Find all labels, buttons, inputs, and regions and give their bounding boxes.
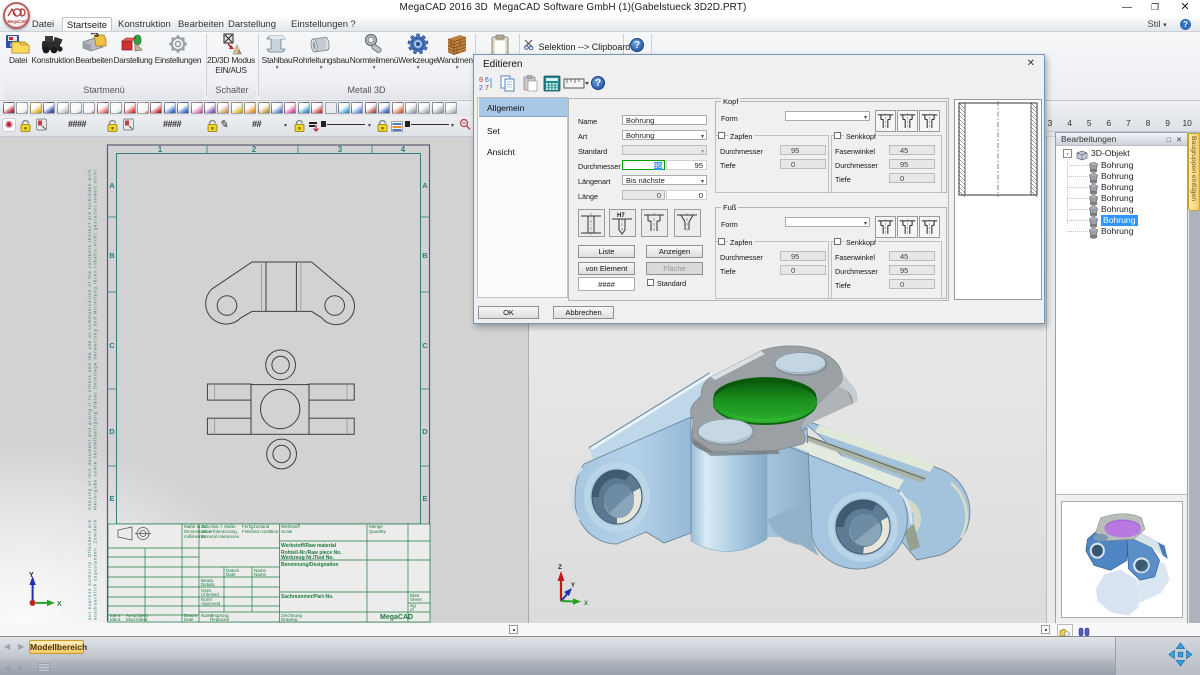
svg-text:6: 6	[485, 77, 489, 84]
svg-text:ausdruecklich zugestanden. Zuw: ausdruecklich zugestanden. Zuwiderh	[93, 519, 98, 620]
svg-text:C: C	[422, 341, 428, 350]
svg-text:7: 7	[485, 85, 489, 91]
svg-text:X: X	[584, 601, 588, 607]
svg-text:A: A	[109, 181, 115, 190]
svg-text:B: B	[422, 251, 428, 260]
svg-text:Y: Y	[571, 583, 575, 589]
svg-text:1: 1	[158, 145, 163, 154]
svg-text:Z: Z	[558, 564, 562, 571]
svg-text:B: B	[109, 251, 115, 260]
svg-text:C: C	[109, 341, 115, 350]
svg-text:D: D	[422, 427, 428, 436]
svg-text:3: 3	[338, 145, 343, 154]
svg-text:A: A	[422, 181, 428, 190]
svg-text:E: E	[109, 494, 114, 503]
svg-text:D: D	[109, 427, 115, 436]
svg-text:0: 0	[479, 77, 483, 85]
svg-text:MegaCAD: MegaCAD	[8, 19, 28, 24]
svg-text:out express authority. Offende: out express authority. Offenders are	[87, 519, 92, 620]
svg-text:Copying of this document and g: Copying of this document and giving it t…	[87, 169, 92, 510]
svg-text:H7: H7	[617, 213, 625, 219]
svg-text:2: 2	[479, 85, 483, 91]
svg-text:Weitergabe sowie Vervielfaelti: Weitergabe sowie Vervielfaeltigung diese…	[93, 169, 98, 510]
svg-text:4: 4	[401, 145, 406, 154]
svg-text:2: 2	[252, 145, 257, 154]
svg-text:E: E	[422, 494, 427, 503]
